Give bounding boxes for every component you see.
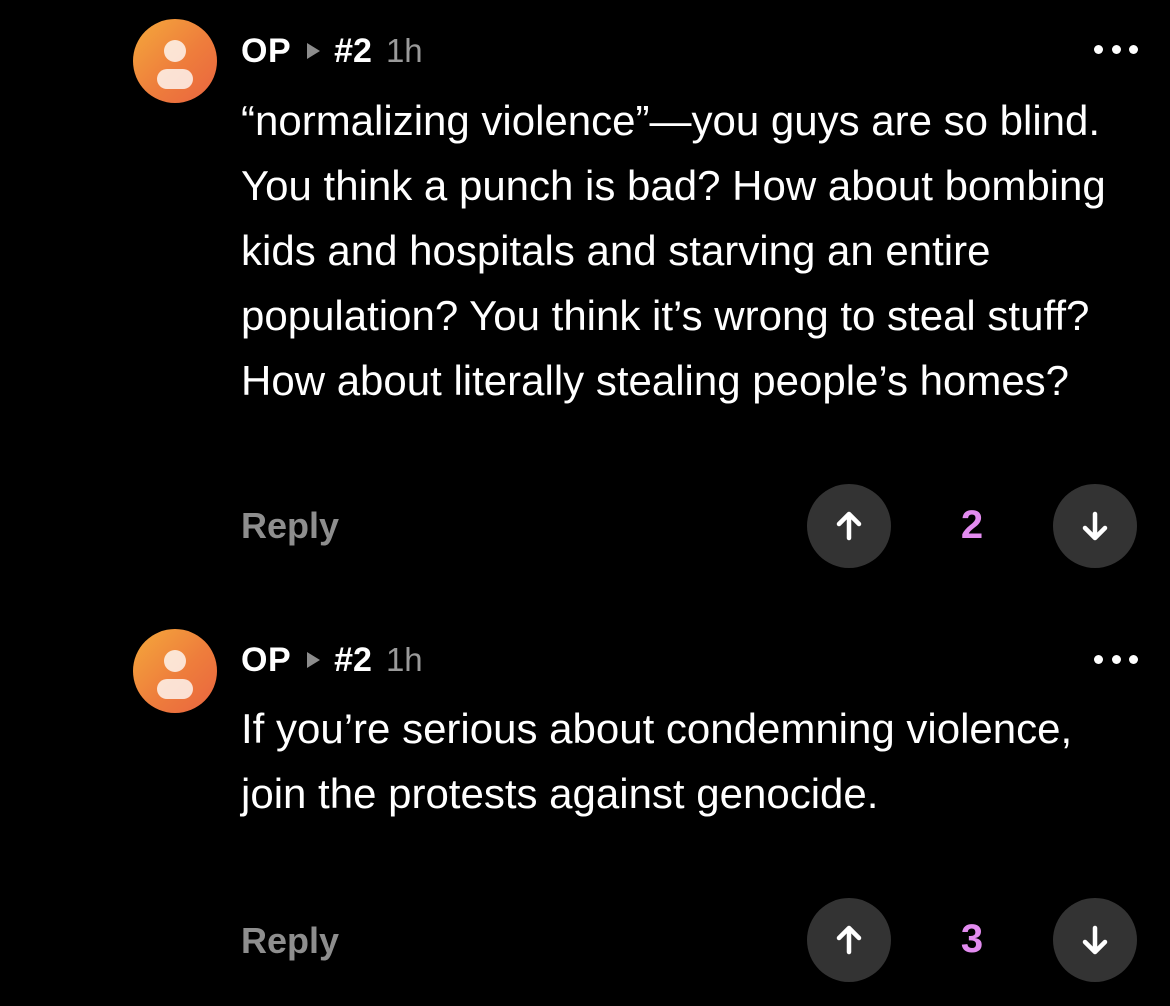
comment-text: “normalizing violence”—you guys are so b… bbox=[241, 97, 1106, 404]
downvote-button[interactable] bbox=[1053, 898, 1137, 982]
arrow-up-icon bbox=[836, 925, 862, 955]
timestamp: 1h bbox=[385, 641, 423, 678]
avatar[interactable] bbox=[133, 629, 217, 713]
comment-header: OP #2 1h bbox=[241, 31, 423, 71]
avatar[interactable] bbox=[133, 19, 217, 103]
arrow-down-icon bbox=[1082, 511, 1108, 541]
vote-count: 3 bbox=[960, 917, 984, 961]
play-triangle-icon bbox=[307, 43, 321, 59]
thread-reference[interactable]: #2 bbox=[334, 641, 372, 680]
arrow-up-icon bbox=[836, 511, 862, 541]
downvote-button[interactable] bbox=[1053, 484, 1137, 568]
thread-reference[interactable]: #2 bbox=[334, 32, 372, 71]
author-name[interactable]: OP bbox=[241, 641, 291, 680]
reply-button[interactable]: Reply bbox=[241, 920, 339, 962]
vote-count: 2 bbox=[960, 503, 984, 547]
more-dots-icon[interactable] bbox=[1094, 653, 1138, 665]
play-triangle-icon bbox=[307, 652, 321, 668]
comment-header: OP #2 1h bbox=[241, 640, 423, 680]
person-avatar-icon bbox=[157, 650, 193, 699]
comment-text: If you’re serious about condemning viole… bbox=[241, 705, 1073, 817]
author-name[interactable]: OP bbox=[241, 32, 291, 71]
upvote-button[interactable] bbox=[807, 484, 891, 568]
more-dots-icon[interactable] bbox=[1094, 43, 1138, 55]
timestamp: 1h bbox=[385, 32, 423, 69]
upvote-button[interactable] bbox=[807, 898, 891, 982]
person-avatar-icon bbox=[157, 40, 193, 89]
reply-button[interactable]: Reply bbox=[241, 505, 339, 547]
arrow-down-icon bbox=[1082, 925, 1108, 955]
